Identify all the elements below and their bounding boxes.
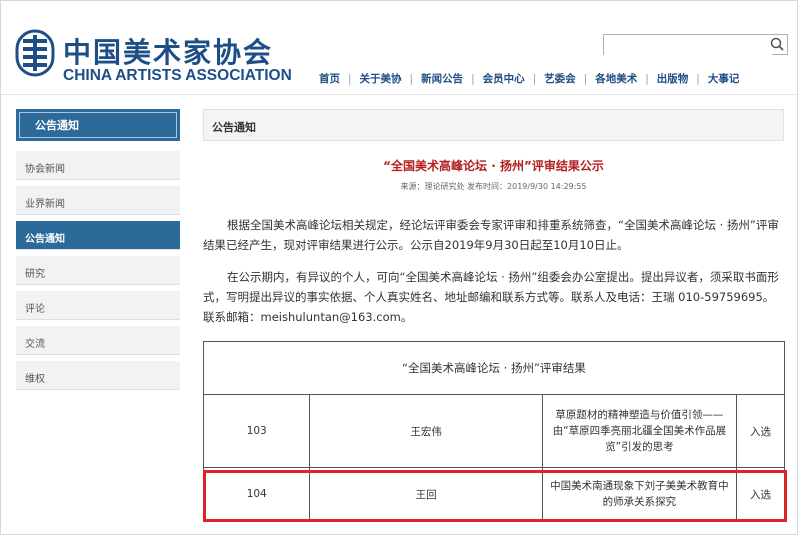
table-caption: “全国美术高峰论坛 · 扬州”评审结果 bbox=[203, 341, 785, 395]
sidebar-item-rights[interactable]: 维权 bbox=[16, 361, 180, 390]
row-name: 王宏伟 bbox=[309, 394, 543, 468]
row-result: 入选 bbox=[736, 467, 785, 521]
article-paragraph-1: 根据全国美术高峰论坛相关规定，经论坛评审委会专家评审和排重系统筛查，“全国美术高… bbox=[203, 218, 779, 252]
sidebar-item-association-news[interactable]: 协会新闻 bbox=[16, 151, 180, 180]
section-title-bar: 公告通知 bbox=[203, 109, 784, 141]
results-table: “全国美术高峰论坛 · 扬州”评审结果 103 王宏伟 草原题材的精神塑造与价值… bbox=[202, 341, 785, 521]
article-meta: 来源：理论研究处 发布时间：2019/9/30 14:29:55 bbox=[400, 182, 587, 191]
page-frame: 中国美术家协会 CHINA ARTISTS ASSOCIATION 首页 | 关于美… bbox=[0, 0, 798, 535]
row-name: 王回 bbox=[309, 467, 543, 521]
nav-item-committee[interactable]: 艺委会 bbox=[536, 71, 584, 86]
table-caption-row: “全国美术高峰论坛 · 扬州”评审结果 bbox=[203, 341, 785, 395]
row-number: 104 bbox=[202, 467, 311, 521]
logo-chinese-title[interactable]: 中国美术家协会 bbox=[63, 31, 273, 71]
article-title: “全国美术高峰论坛 · 扬州”评审结果公示 bbox=[383, 159, 604, 173]
sidebar-item-exchange[interactable]: 交流 bbox=[16, 326, 180, 355]
sidebar-item-commentary[interactable]: 评论 bbox=[16, 291, 180, 320]
logo-english-title[interactable]: CHINA ARTISTS ASSOCIATION bbox=[63, 67, 292, 85]
nav-item-about[interactable]: 关于美协 bbox=[352, 71, 410, 86]
row-number: 103 bbox=[202, 394, 311, 468]
nav-item-home[interactable]: 首页 bbox=[311, 71, 348, 86]
sidebar-item-research[interactable]: 研究 bbox=[16, 256, 180, 285]
header-divider bbox=[1, 94, 797, 95]
nav-item-regional[interactable]: 各地美术 bbox=[587, 71, 645, 86]
article-paragraph-2: 在公示期内，有异议的个人，可向“全国美术高峰论坛 · 扬州”组委会办公室提出。提… bbox=[203, 270, 779, 324]
sidebar-header-title: 公告通知 bbox=[35, 119, 79, 132]
search-input[interactable] bbox=[604, 38, 772, 55]
row-paper-title: 草原题材的精神塑造与价值引领——由“草原四季亮丽北疆全国美术作品展览”引发的思考 bbox=[541, 394, 738, 468]
search-box bbox=[603, 34, 788, 55]
nav-item-publications[interactable]: 出版物 bbox=[649, 71, 697, 86]
table-row: 103 王宏伟 草原题材的精神塑造与价值引领——由“草原四季亮丽北疆全国美术作品… bbox=[202, 394, 785, 468]
sidebar-item-announcements[interactable]: 公告通知 bbox=[16, 221, 180, 250]
sidebar-item-industry-news[interactable]: 业界新闻 bbox=[16, 186, 180, 215]
row-result: 入选 bbox=[736, 394, 785, 468]
row-paper-title: 中国美术南通现象下刘子美美术教育中的师承关系探究 bbox=[541, 467, 738, 521]
section-title: 公告通知 bbox=[212, 121, 256, 134]
table-row: 104 王回 中国美术南通现象下刘子美美术教育中的师承关系探究 入选 bbox=[202, 467, 785, 521]
nav-item-news[interactable]: 新闻公告 bbox=[413, 71, 471, 86]
search-icon[interactable] bbox=[769, 36, 785, 52]
nav-item-members[interactable]: 会员中心 bbox=[475, 71, 533, 86]
main-nav: 首页 | 关于美协 | 新闻公告 | 会员中心 | 艺委会 | 各地美术 | 出版物 | 大事记 bbox=[311, 71, 747, 87]
nav-item-chronicle[interactable]: 大事记 bbox=[700, 71, 748, 86]
sidebar-header: 公告通知 bbox=[16, 109, 180, 141]
association-emblem-icon bbox=[15, 29, 55, 77]
